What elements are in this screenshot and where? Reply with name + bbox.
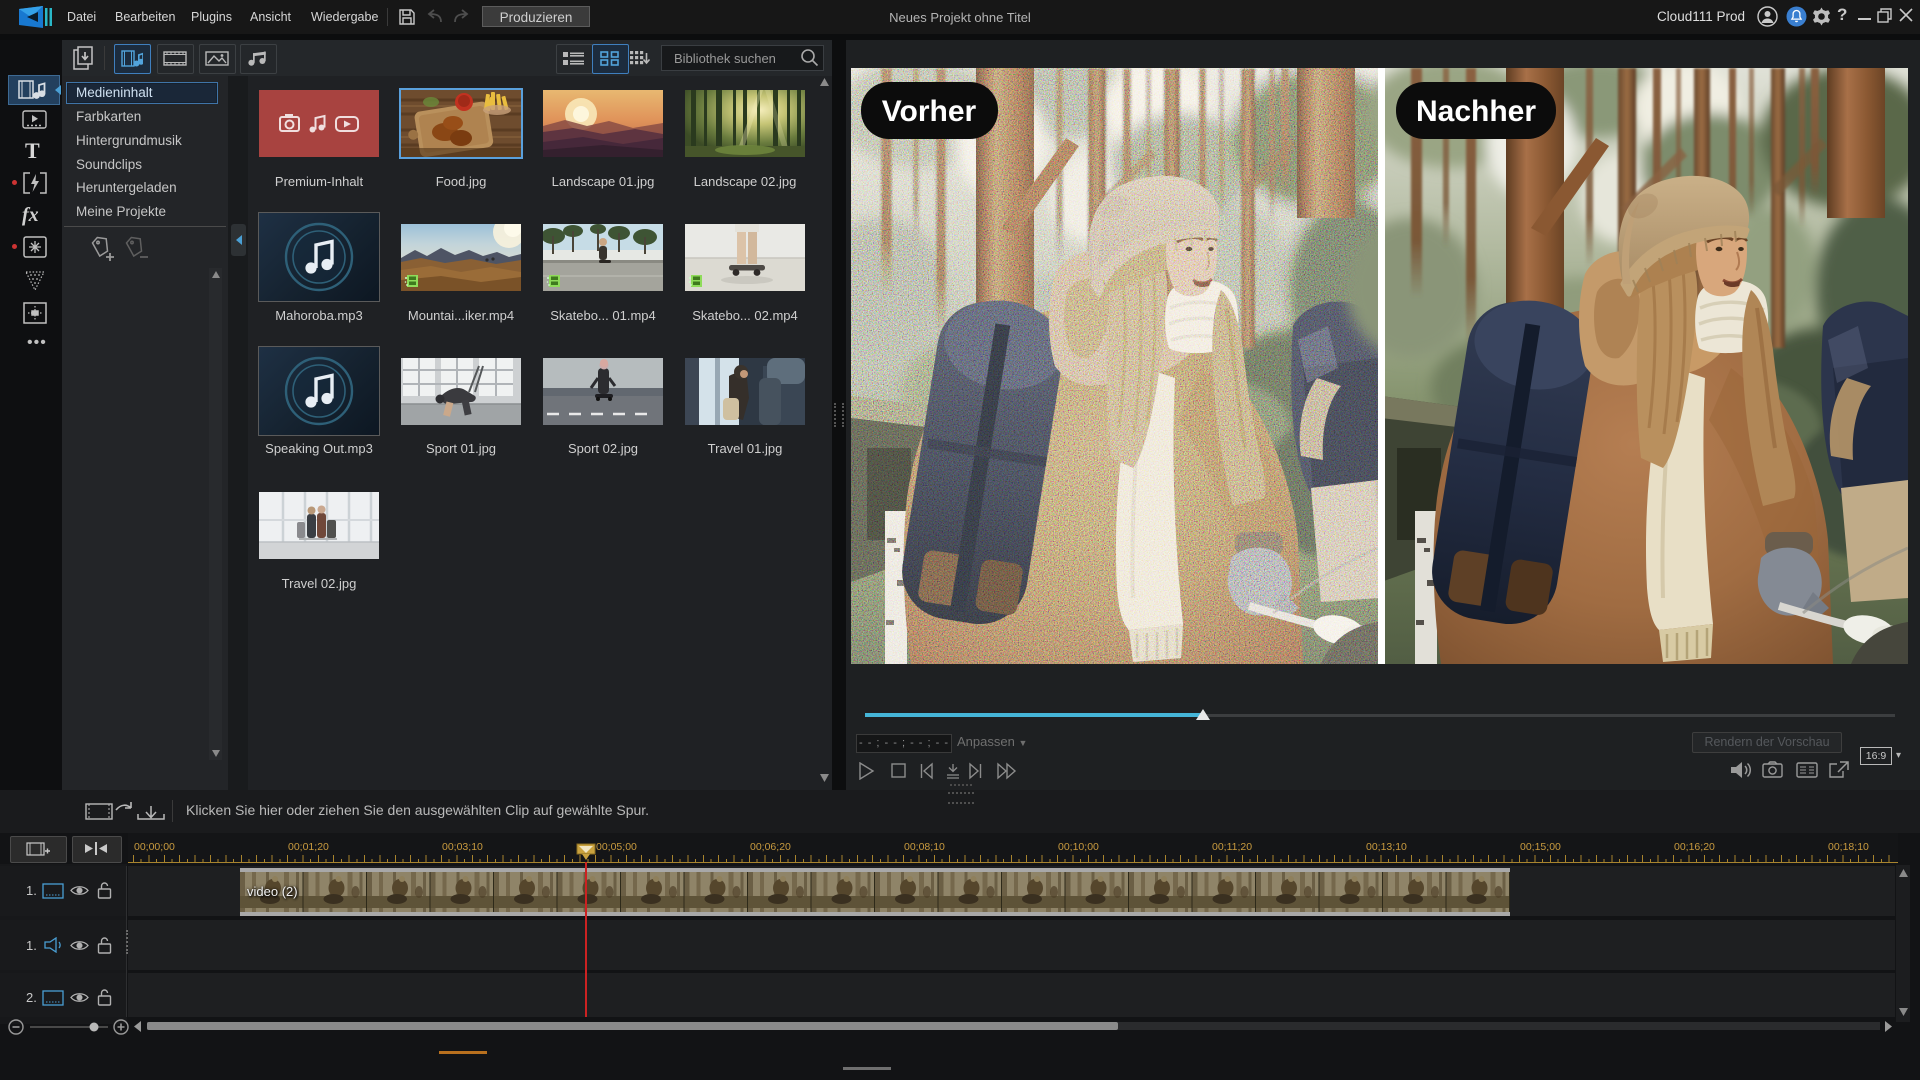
svg-text:Vorher: Vorher [882,95,977,128]
svg-text:Nachher: Nachher [1416,95,1536,128]
